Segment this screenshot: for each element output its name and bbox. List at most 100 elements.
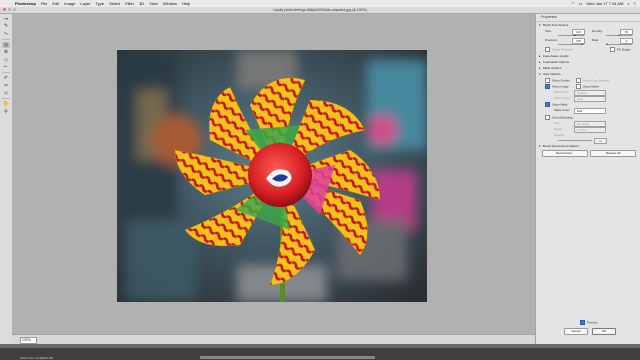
show-face-overlay-checkbox[interactable] <box>576 78 581 83</box>
photoshop-background-area: 100% Doc: 24.9M/24.9M <box>0 344 640 360</box>
pin-edges-option[interactable]: Pin Edges <box>610 47 631 52</box>
opacity-field[interactable]: 50 <box>594 138 607 144</box>
show-mesh-label: Show Mesh <box>583 84 599 89</box>
show-image-label: Show Image <box>552 84 569 89</box>
section-brush-tool-options[interactable]: ▾ Brush Tool Options <box>539 23 568 27</box>
rate-slider-knob[interactable] <box>606 43 608 45</box>
pin-edges-checkbox[interactable] <box>610 47 615 52</box>
show-mesh-option[interactable]: Show Mesh <box>576 84 599 89</box>
bloat-icon[interactable]: ◇ <box>2 57 10 63</box>
toolbar-divider <box>2 72 10 73</box>
show-backdrop-label: Show Backdrop <box>552 115 574 120</box>
battery-icon[interactable]: ▭ <box>579 0 583 7</box>
section-label: Brush Reconstruct Options <box>543 144 579 148</box>
properties-panel: Properties ▾ Brush Tool Options Size: 100… <box>535 14 640 344</box>
twirl-icon[interactable]: ◎ <box>2 41 10 48</box>
dialog-title: Liquify (stick-feelings-t0Ntp000000dx-un… <box>273 8 367 12</box>
section-load-mesh-options[interactable]: ▸ Load Mesh Options <box>539 60 569 64</box>
section-label: Load Mesh Options <box>543 60 570 64</box>
opacity-label: Opacity: <box>554 133 566 137</box>
show-guides-checkbox[interactable] <box>545 78 550 83</box>
show-guides-label: Show Guides <box>552 78 570 83</box>
menu-layer[interactable]: Layer <box>80 0 90 7</box>
show-mask-option[interactable]: Show Mask <box>545 102 568 107</box>
show-mesh-checkbox[interactable] <box>576 84 581 89</box>
smooth-icon[interactable]: ∿ <box>2 31 10 37</box>
section-face-aware-liquify[interactable]: ▸ Face-Aware Liquify <box>539 54 569 58</box>
preview-option[interactable]: Preview <box>580 320 598 325</box>
forward-warp-icon[interactable]: ↝ <box>2 16 10 22</box>
search-icon[interactable]: ⌕ <box>627 0 629 7</box>
zoom-level-field[interactable]: 100% <box>20 337 37 344</box>
dialog-title-bar: Liquify (stick-feelings-t0Ntp000000dx-un… <box>0 7 640 14</box>
mode-label: Mode: <box>554 127 563 131</box>
section-mask-options[interactable]: ▸ Mask Options <box>539 66 561 70</box>
show-guides-option[interactable]: Show Guides <box>545 78 570 83</box>
face-tool-icon[interactable]: ☺ <box>2 90 10 96</box>
show-mask-label: Show Mask <box>552 102 568 107</box>
stylus-pressure-checkbox[interactable] <box>545 47 550 52</box>
size-slider-knob[interactable] <box>574 34 576 36</box>
horizontal-scrollbar[interactable] <box>200 356 375 359</box>
toolbar-divider <box>2 98 10 99</box>
pucker-icon[interactable]: ⊛ <box>2 49 10 55</box>
thaw-mask-icon[interactable]: ✑ <box>2 83 10 89</box>
push-left-icon[interactable]: ⇠ <box>2 64 10 70</box>
show-image-checkbox[interactable] <box>545 84 550 89</box>
mask-color-select[interactable]: Red <box>574 108 606 114</box>
menu-view[interactable]: View <box>149 0 158 7</box>
show-backdrop-checkbox[interactable] <box>545 115 550 120</box>
mesh-color-label: Mesh Color: <box>554 96 571 100</box>
freeze-mask-icon[interactable]: ✐ <box>2 75 10 81</box>
size-slider[interactable] <box>558 35 584 36</box>
toolbar-divider <box>2 38 10 40</box>
reconstruct-button[interactable]: Reconstruct... <box>542 150 588 157</box>
mask-color-label: Mask Color: <box>554 108 571 112</box>
stylus-pressure-label: Stylus Pressure <box>552 47 574 52</box>
wifi-icon[interactable]: ◠ <box>571 0 575 7</box>
size-label: Size: <box>545 29 552 33</box>
pin-edges-label: Pin Edges <box>617 47 631 52</box>
document-strip <box>0 344 640 348</box>
section-view-options[interactable]: ▾ View Options <box>539 72 561 76</box>
density-slider-knob[interactable] <box>618 34 620 36</box>
pinwheel-image <box>117 50 427 302</box>
show-image-option[interactable]: Show Image <box>545 84 569 89</box>
menu-image[interactable]: Image <box>64 0 75 7</box>
menu-file[interactable]: File <box>41 0 47 7</box>
pressure-slider-knob[interactable] <box>581 43 583 45</box>
preview-canvas[interactable] <box>12 14 535 334</box>
section-label: View Options <box>543 72 561 76</box>
menu-extras: ◠ ▭ Wed Jan 17 7:34 AM ⌕ ≡ <box>567 0 636 7</box>
preview-checkbox[interactable] <box>580 320 585 325</box>
menu-type[interactable]: Type <box>95 0 104 7</box>
menu-help[interactable]: Help <box>182 0 190 7</box>
menu-window[interactable]: Window <box>163 0 177 7</box>
hand-icon[interactable]: ✋ <box>2 101 10 107</box>
menu-3d[interactable]: 3D <box>139 0 144 7</box>
section-brush-reconstruct-options[interactable]: ▾ Brush Reconstruct Options <box>539 144 579 148</box>
show-mask-checkbox[interactable] <box>545 102 550 107</box>
reconstruct-icon[interactable]: ✎ <box>2 23 10 29</box>
menu-list-icon[interactable]: ≡ <box>634 0 636 7</box>
ok-button[interactable]: OK <box>592 328 616 335</box>
mesh-color-select[interactable]: Gray <box>574 96 606 102</box>
menu-edit[interactable]: Edit <box>52 0 59 7</box>
menu-app-name[interactable]: Photoshop <box>15 0 36 7</box>
show-face-overlay-option[interactable]: Show Face Overlay <box>576 78 609 83</box>
opacity-slider[interactable] <box>558 140 592 141</box>
clock[interactable]: Wed Jan 17 7:34 AM <box>586 0 623 7</box>
menu-filter[interactable]: Filter <box>125 0 134 7</box>
menu-select[interactable]: Select <box>109 0 120 7</box>
preview-label: Preview <box>587 320 598 325</box>
show-backdrop-option[interactable]: Show Backdrop <box>545 115 573 120</box>
restore-all-button[interactable]: Restore All <box>590 150 636 157</box>
use-label: Use: <box>554 121 561 125</box>
mode-select[interactable]: In Front <box>574 127 606 133</box>
zoom-icon[interactable]: ⚲ <box>2 109 10 115</box>
stylus-pressure-option[interactable]: Stylus Pressure <box>545 47 573 52</box>
pinwheel-photo[interactable] <box>117 50 427 302</box>
properties-title: Properties <box>536 14 640 22</box>
rate-slider[interactable] <box>606 44 632 45</box>
cancel-button[interactable]: Cancel <box>564 328 588 335</box>
